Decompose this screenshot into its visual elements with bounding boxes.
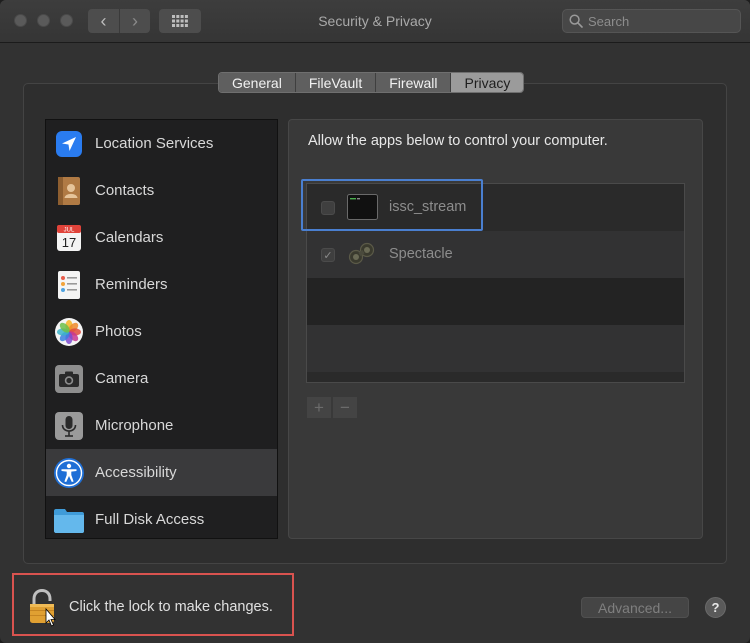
panel-heading: Allow the apps below to control your com… (308, 133, 608, 149)
lock-highlight-box (12, 573, 294, 636)
sidebar-item-full-disk-access[interactable]: Full Disk Access (46, 496, 277, 538)
add-app-button[interactable]: + (307, 397, 331, 418)
sidebar-item-label: Contacts (95, 182, 155, 199)
empty-list-row (307, 278, 684, 325)
privacy-category-list: Location Services Contacts JUL 17 Calend… (45, 119, 278, 539)
search-field[interactable]: Search (562, 9, 741, 33)
sidebar-item-photos[interactable]: Photos (46, 308, 277, 355)
sidebar-item-label: Calendars (95, 229, 164, 246)
sidebar-item-calendars[interactable]: JUL 17 Calendars (46, 214, 277, 261)
sidebar-item-label: Camera (95, 370, 149, 387)
sidebar-item-contacts[interactable]: Contacts (46, 167, 277, 214)
add-remove-controls: + − (307, 397, 357, 418)
tab-firewall[interactable]: Firewall (376, 73, 452, 92)
security-privacy-window: ‹ › Security & Privacy Search General Fi… (0, 0, 750, 643)
camera-icon (53, 363, 85, 395)
contacts-book-icon (53, 175, 85, 207)
tab-privacy[interactable]: Privacy (451, 73, 524, 92)
sidebar-item-reminders[interactable]: Reminders (46, 261, 277, 308)
sidebar-item-label: Microphone (95, 417, 174, 434)
microphone-icon (53, 410, 85, 442)
calendar-icon: JUL 17 (53, 222, 85, 254)
advanced-button[interactable]: Advanced... (581, 597, 689, 618)
empty-list-row (307, 325, 684, 372)
photos-icon (53, 316, 85, 348)
remove-app-button[interactable]: − (333, 397, 357, 418)
sidebar-item-accessibility[interactable]: Accessibility (46, 449, 277, 496)
app-enable-checkbox[interactable]: ✓ (321, 248, 335, 262)
sidebar-item-label: Full Disk Access (95, 511, 205, 528)
sidebar-item-label: Reminders (95, 276, 168, 293)
sidebar-item-microphone[interactable]: Microphone (46, 402, 277, 449)
sidebar-item-label: Location Services (95, 135, 214, 152)
reminders-icon (53, 269, 85, 301)
sidebar-item-location-services[interactable]: Location Services (46, 120, 277, 167)
issc-stream-highlight-box (301, 179, 483, 231)
sidebar-item-label: Accessibility (95, 464, 177, 481)
location-arrow-icon (53, 128, 85, 160)
search-icon (569, 14, 583, 28)
sidebar-item-label: Photos (95, 323, 142, 340)
tab-bar: General FileVault Firewall Privacy (218, 72, 525, 93)
app-name: Spectacle (389, 246, 453, 262)
title-bar: ‹ › Security & Privacy Search (0, 0, 750, 43)
search-placeholder: Search (588, 13, 630, 29)
sidebar-item-camera[interactable]: Camera (46, 355, 277, 402)
list-item-spectacle[interactable]: ✓ Spectacle (307, 231, 684, 278)
help-button[interactable]: ? (705, 597, 726, 618)
folder-icon (53, 504, 85, 536)
tab-general[interactable]: General (219, 73, 296, 92)
spectacle-binoculars-icon (347, 241, 378, 267)
calendar-day-text: 17 (62, 235, 76, 250)
calendar-month-text: JUL (64, 227, 75, 233)
tab-filevault[interactable]: FileVault (295, 73, 377, 92)
checkmark-icon: ✓ (323, 249, 333, 262)
accessibility-icon (53, 457, 85, 489)
